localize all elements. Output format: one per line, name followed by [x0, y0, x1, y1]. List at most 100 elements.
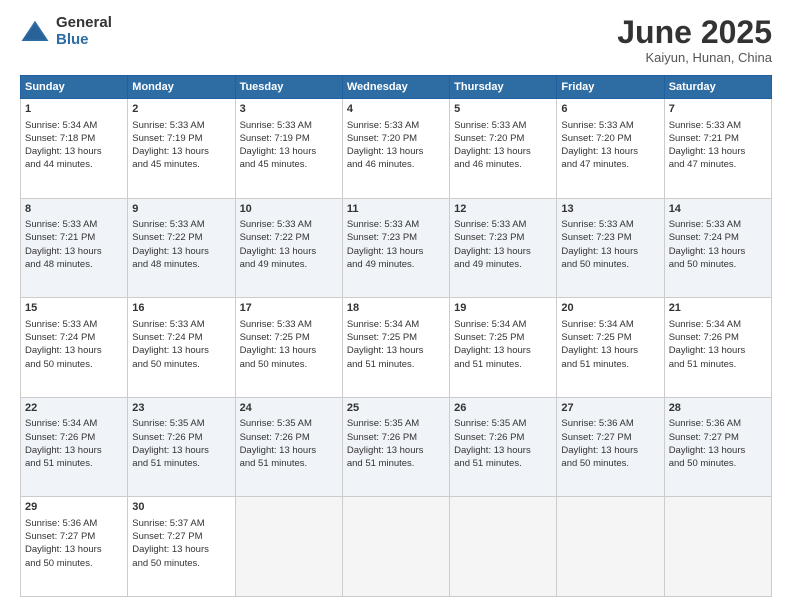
- day-info-line: Daylight: 13 hours: [240, 245, 338, 258]
- calendar-cell: 22Sunrise: 5:34 AMSunset: 7:26 PMDayligh…: [21, 397, 128, 497]
- title-block: June 2025 Kaiyun, Hunan, China: [617, 15, 772, 65]
- logo-text: General Blue: [56, 15, 112, 48]
- calendar-cell: 16Sunrise: 5:33 AMSunset: 7:24 PMDayligh…: [128, 298, 235, 398]
- day-number: 10: [240, 202, 338, 217]
- day-info-line: Sunset: 7:20 PM: [454, 132, 552, 145]
- day-info-line: Sunrise: 5:33 AM: [347, 119, 445, 132]
- day-info-line: Sunrise: 5:33 AM: [454, 218, 552, 231]
- day-info-line: Sunset: 7:22 PM: [132, 231, 230, 244]
- calendar-cell: 1 Sunrise: 5:34 AMSunset: 7:18 PMDaylight…: [21, 99, 128, 199]
- day-info-line: Daylight: 13 hours: [561, 344, 659, 357]
- day-number: 17: [240, 301, 338, 316]
- calendar-cell: 15Sunrise: 5:33 AMSunset: 7:24 PMDayligh…: [21, 298, 128, 398]
- day-info-line: Sunrise: 5:34 AM: [454, 318, 552, 331]
- day-info-line: Sunset: 7:23 PM: [561, 231, 659, 244]
- calendar-cell: 30Sunrise: 5:37 AMSunset: 7:27 PMDayligh…: [128, 497, 235, 597]
- location: Kaiyun, Hunan, China: [617, 50, 772, 65]
- calendar-cell: 24Sunrise: 5:35 AMSunset: 7:26 PMDayligh…: [235, 397, 342, 497]
- week-row-2: 8Sunrise: 5:33 AMSunset: 7:21 PMDaylight…: [21, 198, 772, 298]
- calendar-cell: 27Sunrise: 5:36 AMSunset: 7:27 PMDayligh…: [557, 397, 664, 497]
- day-info-line: Daylight: 13 hours: [240, 145, 338, 158]
- day-info-line: Sunset: 7:27 PM: [25, 530, 123, 543]
- day-info-line: Daylight: 13 hours: [25, 245, 123, 258]
- day-number: 21: [669, 301, 767, 316]
- day-info-line: Sunrise: 5:33 AM: [669, 218, 767, 231]
- calendar-cell: 25Sunrise: 5:35 AMSunset: 7:26 PMDayligh…: [342, 397, 449, 497]
- day-info-line: Sunset: 7:23 PM: [347, 231, 445, 244]
- day-info-line: and 50 minutes.: [132, 557, 230, 570]
- day-number: 7: [669, 102, 767, 117]
- logo-blue-text: Blue: [56, 32, 112, 49]
- calendar-cell: [557, 497, 664, 597]
- day-number: 26: [454, 401, 552, 416]
- day-info-line: and 48 minutes.: [25, 258, 123, 271]
- day-number: 20: [561, 301, 659, 316]
- day-info-line: Daylight: 13 hours: [25, 444, 123, 457]
- day-info-line: Sunset: 7:25 PM: [347, 331, 445, 344]
- day-info-line: Sunset: 7:21 PM: [669, 132, 767, 145]
- day-info-line: Sunset: 7:27 PM: [561, 431, 659, 444]
- day-info-line: Sunrise: 5:35 AM: [240, 417, 338, 430]
- day-info-line: Sunrise: 5:34 AM: [669, 318, 767, 331]
- day-number: 28: [669, 401, 767, 416]
- calendar-cell: 14Sunrise: 5:33 AMSunset: 7:24 PMDayligh…: [664, 198, 771, 298]
- day-info-line: Daylight: 13 hours: [347, 145, 445, 158]
- day-info-line: Daylight: 13 hours: [132, 543, 230, 556]
- day-info-line: Sunset: 7:20 PM: [347, 132, 445, 145]
- day-info-line: Daylight: 13 hours: [454, 145, 552, 158]
- calendar-body: 1Sunrise: 5:34 AMSunset: 7:18 PMDaylight…: [21, 99, 772, 597]
- week-row-1: 1Sunrise: 5:34 AMSunset: 7:18 PMDaylight…: [21, 99, 772, 199]
- day-info-line: Daylight: 13 hours: [132, 444, 230, 457]
- calendar-cell: 26Sunrise: 5:35 AMSunset: 7:26 PMDayligh…: [450, 397, 557, 497]
- day-info-line: and 50 minutes.: [25, 358, 123, 371]
- day-info-line: Daylight: 13 hours: [132, 344, 230, 357]
- day-info-line: Sunrise: 5:33 AM: [454, 119, 552, 132]
- day-info-line: Sunset: 7:26 PM: [454, 431, 552, 444]
- day-number: 16: [132, 301, 230, 316]
- weekday-header-friday: Friday: [557, 76, 664, 99]
- day-info-line: Sunrise: 5:35 AM: [347, 417, 445, 430]
- day-number: 18: [347, 301, 445, 316]
- day-number: 8: [25, 202, 123, 217]
- weekday-header-wednesday: Wednesday: [342, 76, 449, 99]
- day-info-line: Sunset: 7:18 PM: [25, 132, 123, 145]
- day-info-line: Daylight: 13 hours: [454, 344, 552, 357]
- calendar-cell: 17Sunrise: 5:33 AMSunset: 7:25 PMDayligh…: [235, 298, 342, 398]
- calendar-cell: 10Sunrise: 5:33 AMSunset: 7:22 PMDayligh…: [235, 198, 342, 298]
- day-number: 1: [25, 102, 123, 117]
- day-number: 25: [347, 401, 445, 416]
- day-info-line: Daylight: 13 hours: [240, 444, 338, 457]
- day-info-line: and 49 minutes.: [240, 258, 338, 271]
- day-info-line: and 46 minutes.: [454, 158, 552, 171]
- calendar-cell: [664, 497, 771, 597]
- calendar-cell: 23Sunrise: 5:35 AMSunset: 7:26 PMDayligh…: [128, 397, 235, 497]
- day-info-line: Daylight: 13 hours: [347, 344, 445, 357]
- day-info-line: Sunrise: 5:34 AM: [347, 318, 445, 331]
- day-info-line: Daylight: 13 hours: [25, 145, 123, 158]
- day-number: 14: [669, 202, 767, 217]
- day-info-line: and 51 minutes.: [347, 358, 445, 371]
- day-number: 5: [454, 102, 552, 117]
- calendar-cell: 28Sunrise: 5:36 AMSunset: 7:27 PMDayligh…: [664, 397, 771, 497]
- day-info-line: Sunset: 7:26 PM: [240, 431, 338, 444]
- day-info-line: and 50 minutes.: [561, 457, 659, 470]
- day-info-line: and 50 minutes.: [132, 358, 230, 371]
- day-info-line: Sunrise: 5:36 AM: [561, 417, 659, 430]
- day-info-line: Sunset: 7:26 PM: [669, 331, 767, 344]
- day-info-line: Sunset: 7:20 PM: [561, 132, 659, 145]
- header: General Blue June 2025 Kaiyun, Hunan, Ch…: [20, 15, 772, 65]
- day-info-line: Sunset: 7:25 PM: [561, 331, 659, 344]
- day-info-line: Sunset: 7:22 PM: [240, 231, 338, 244]
- calendar-cell: 21Sunrise: 5:34 AMSunset: 7:26 PMDayligh…: [664, 298, 771, 398]
- day-info-line: Sunset: 7:24 PM: [132, 331, 230, 344]
- day-info-line: Sunrise: 5:34 AM: [25, 119, 123, 132]
- day-info-line: and 50 minutes.: [561, 258, 659, 271]
- calendar-cell: 3Sunrise: 5:33 AMSunset: 7:19 PMDaylight…: [235, 99, 342, 199]
- calendar-cell: [342, 497, 449, 597]
- calendar-cell: 12Sunrise: 5:33 AMSunset: 7:23 PMDayligh…: [450, 198, 557, 298]
- day-info-line: Sunrise: 5:33 AM: [25, 318, 123, 331]
- day-info-line: Sunset: 7:26 PM: [132, 431, 230, 444]
- day-info-line: Daylight: 13 hours: [561, 145, 659, 158]
- day-info-line: Sunrise: 5:33 AM: [561, 119, 659, 132]
- calendar-cell: 11Sunrise: 5:33 AMSunset: 7:23 PMDayligh…: [342, 198, 449, 298]
